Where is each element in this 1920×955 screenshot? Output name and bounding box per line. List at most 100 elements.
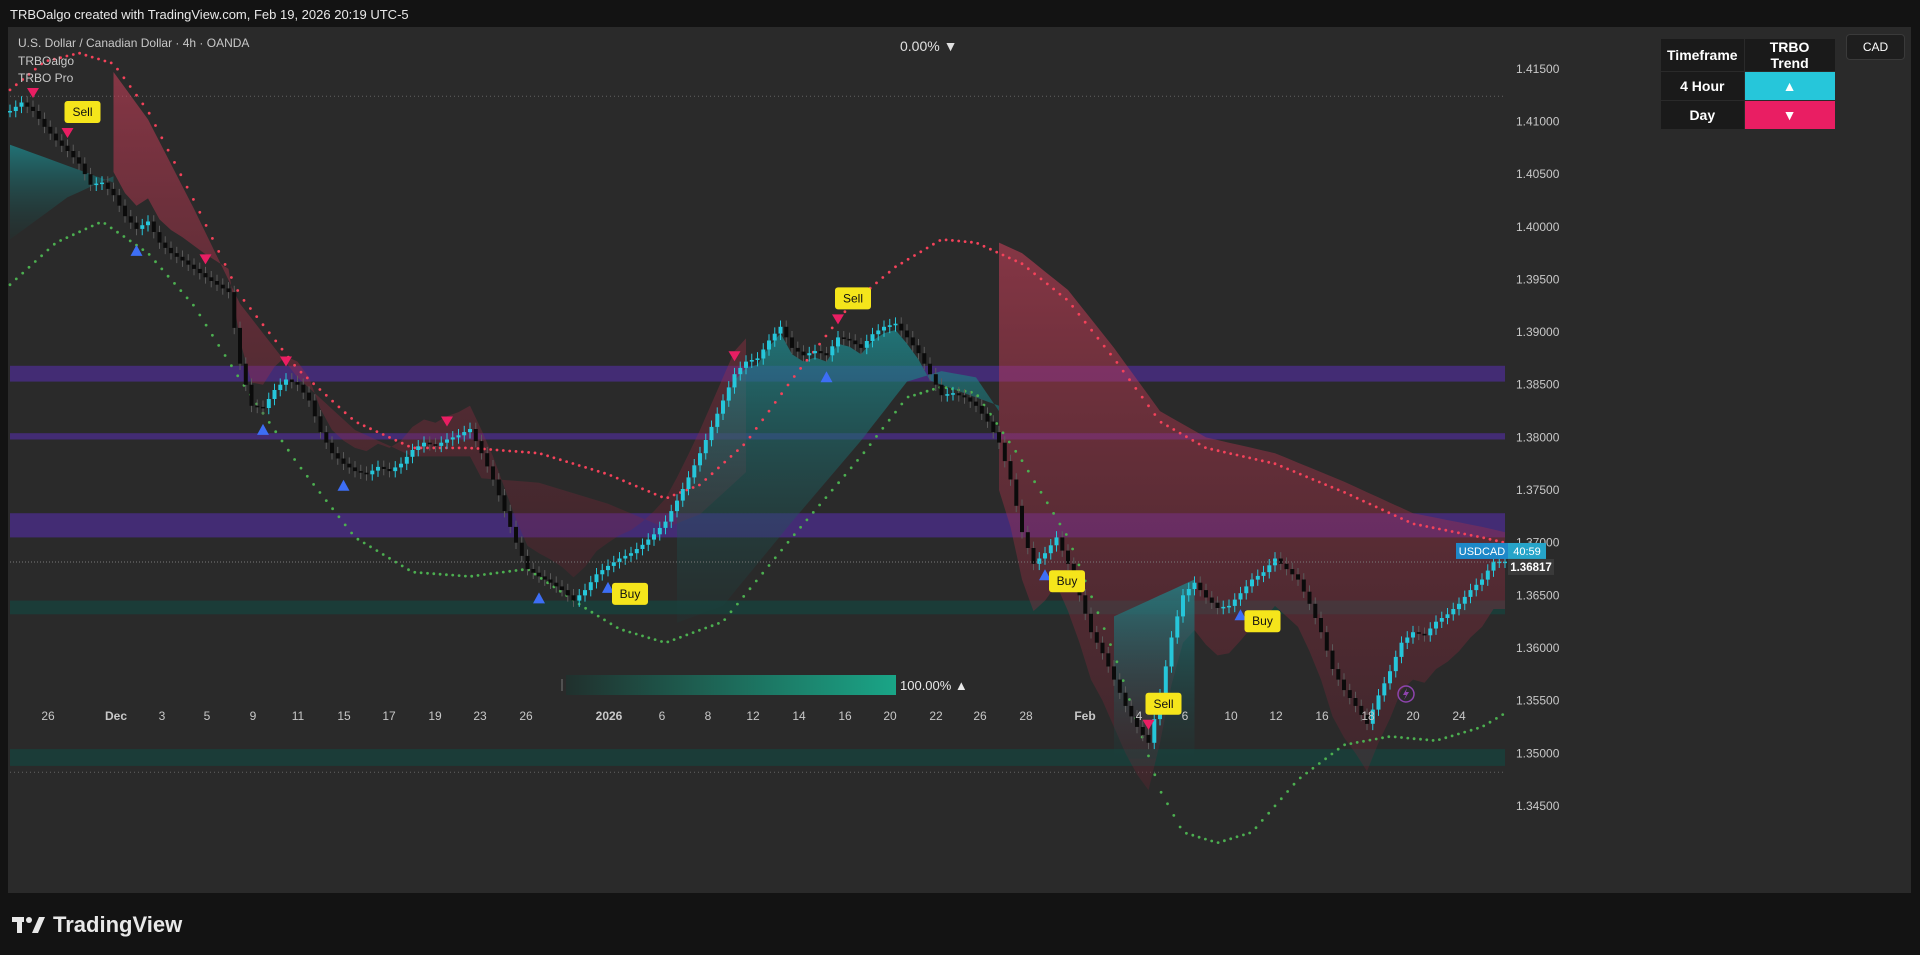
candle <box>450 437 455 440</box>
y-tick-label: 1.40000 <box>1516 220 1560 234</box>
indicator-trbo-pro[interactable]: TRBO Pro <box>18 70 249 88</box>
y-tick-label: 1.40500 <box>1516 167 1560 181</box>
lower-trail-dot <box>976 394 980 398</box>
candle <box>1261 572 1266 576</box>
candle <box>1089 613 1093 633</box>
upper-trail-dot <box>223 263 227 266</box>
lower-trail-dot <box>792 533 796 537</box>
upper-trail-dot <box>1469 533 1473 537</box>
lower-trail-dot <box>1260 819 1264 822</box>
buy-label: Buy <box>1049 570 1085 593</box>
lower-trail-dot <box>1223 839 1226 843</box>
upper-trail-dot <box>1330 485 1334 489</box>
lower-trail-dot <box>1020 459 1024 462</box>
candle <box>71 151 76 158</box>
lower-trail-dot <box>647 636 651 640</box>
lower-trail-dot <box>33 260 37 263</box>
candle <box>715 413 720 427</box>
candle <box>634 549 639 554</box>
upper-trail-dot <box>622 479 625 483</box>
x-tick-label: 28 <box>1019 709 1033 723</box>
buy-signal-icon <box>337 479 350 491</box>
x-tick-label: 26 <box>973 709 987 723</box>
lower-trail-dot <box>128 239 132 243</box>
trend-header-timeframe: Timeframe <box>1660 38 1745 72</box>
candle <box>1129 705 1134 717</box>
candle <box>376 466 380 471</box>
upper-trail-dot <box>369 427 372 431</box>
sell-label-text: Sell <box>1153 697 1173 711</box>
candle <box>784 326 789 338</box>
candle <box>772 333 777 341</box>
lower-trail-dot <box>343 523 347 527</box>
candle <box>295 382 300 385</box>
lower-trail-dot <box>223 354 227 357</box>
candle <box>439 442 444 446</box>
trend-ribbon <box>10 144 114 240</box>
currency-button[interactable]: CAD <box>1846 34 1905 60</box>
lower-trail-dot <box>173 282 176 285</box>
upper-trail-dot <box>653 492 657 496</box>
indicator-trboalgo[interactable]: TRBOalgo <box>18 53 249 71</box>
upper-trail-dot <box>1166 424 1169 428</box>
upper-trail-dot <box>242 299 246 302</box>
lower-trail-dot <box>438 572 442 576</box>
y-tick-label: 1.34500 <box>1516 799 1560 813</box>
upper-trail-dot <box>1090 328 1093 332</box>
upper-trail-dot <box>1349 493 1353 497</box>
upper-trail-dot <box>843 310 847 314</box>
lower-trail-dot <box>1185 831 1188 835</box>
symbol-title[interactable]: U.S. Dollar / Canadian Dollar · 4h · OAN… <box>18 35 249 53</box>
candle <box>692 465 697 478</box>
candle <box>496 479 501 496</box>
candle <box>548 579 553 583</box>
candle <box>266 399 271 408</box>
upper-trail-dot <box>192 198 195 201</box>
y-tick-label: 1.36500 <box>1516 588 1560 602</box>
upper-trail-dot <box>8 88 12 92</box>
lower-trail-dot <box>843 473 847 477</box>
tradingview-logo-icon <box>12 917 45 933</box>
lower-trail-dot <box>21 271 25 275</box>
upper-trail-dot <box>691 486 695 489</box>
lower-trail-dot <box>868 443 872 446</box>
candle <box>13 106 18 111</box>
candle <box>1250 579 1254 587</box>
x-tick-label: 6 <box>1182 709 1189 723</box>
candle <box>537 572 541 577</box>
upper-trail-dot <box>748 435 752 439</box>
candle <box>1112 666 1116 680</box>
lower-trail-dot <box>14 277 18 281</box>
candle <box>1319 618 1323 633</box>
lower-trail-dot <box>634 632 638 636</box>
candle <box>59 140 64 146</box>
lower-trail-dot <box>318 491 322 494</box>
candle <box>588 582 593 591</box>
upper-trail-dot <box>432 446 436 450</box>
upper-trail-dot <box>179 173 183 177</box>
candle <box>473 429 478 442</box>
sr-zone <box>10 749 1505 766</box>
lower-trail-dot <box>331 507 334 511</box>
top-bar: TRBOalgo created with TradingView.com, F… <box>0 0 1920 27</box>
lower-trail-dot <box>1368 738 1372 742</box>
candle <box>1192 582 1197 589</box>
candle <box>951 393 955 395</box>
upper-trail-dot <box>501 449 505 452</box>
lower-trail-dot <box>1305 771 1308 775</box>
lower-trail-dot <box>1254 826 1258 830</box>
lower-trail-dot <box>660 640 663 643</box>
candle <box>870 334 875 341</box>
lower-trail-dot <box>1115 660 1119 664</box>
tradingview-logo[interactable]: TradingView <box>12 912 182 938</box>
lower-trail-dot <box>432 572 436 576</box>
lower-trail-dot <box>894 410 897 414</box>
lower-trail-dot <box>1178 825 1182 829</box>
upper-trail-dot <box>539 452 543 456</box>
price-chart[interactable]: Sell Buy Sell Buy Sell Buy 1.41500 1.41000 1.405… <box>8 27 1911 893</box>
y-tick-label: 1.39000 <box>1516 325 1560 339</box>
attribution-text: TRBOalgo created with TradingView.com, F… <box>10 7 409 22</box>
candle <box>19 102 24 107</box>
chart-pane[interactable]: Sell Buy Sell Buy Sell Buy 1.41500 1.41000 1.405… <box>8 27 1911 893</box>
candle <box>1140 727 1145 735</box>
